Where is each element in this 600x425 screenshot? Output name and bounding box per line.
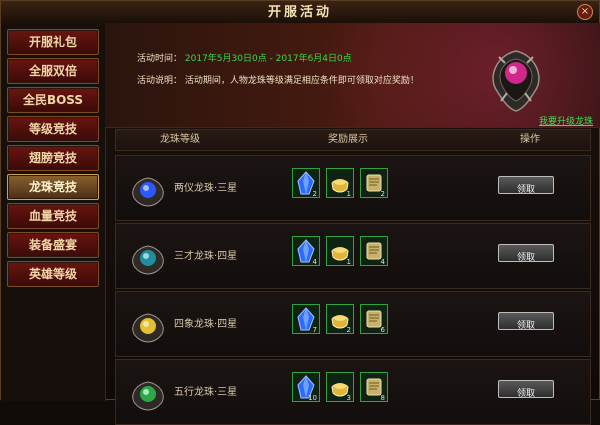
column-header-orb-level: 龙珠等级 [160, 134, 200, 145]
claim-button-label: 领取 [516, 253, 535, 263]
claim-button-label: 领取 [516, 185, 535, 195]
sidebar-item-label: 等级竞技 [28, 122, 77, 136]
dragon-orb-icon [128, 304, 168, 344]
reward-count: 10 [308, 394, 317, 402]
reward-count: 8 [380, 394, 385, 402]
activity-description-value: 活动期间，人物龙珠等级满足相应条件即可领取对应奖励！ [184, 76, 419, 86]
sidebar-item-label: 血量竞技 [28, 209, 77, 223]
reward-slot[interactable]: 10 [292, 372, 320, 402]
reward-slot[interactable]: 6 [360, 304, 388, 334]
sidebar-item-opening-gift[interactable]: 开服礼包 [7, 29, 99, 55]
activity-banner: 活动时间： 2017年5月30日0点 - 2017年6月4日0点 活动说明： 活… [105, 23, 600, 128]
content-area: 活动时间： 2017年5月30日0点 - 2017年6月4日0点 活动说明： 活… [105, 23, 600, 425]
reward-count: 1 [346, 258, 351, 266]
sidebar-item-label: 开服礼包 [28, 35, 77, 49]
close-icon: × [580, 6, 590, 17]
sidebar-item-label: 全服双倍 [28, 64, 77, 78]
claim-button[interactable]: 领取 [498, 312, 554, 331]
activity-description-label: 活动说明： [137, 76, 183, 86]
reward-slot[interactable]: 1 [326, 168, 354, 198]
reward-count: 3 [346, 394, 351, 402]
activity-time: 活动时间： 2017年5月30日0点 - 2017年6月4日0点 [137, 51, 352, 64]
reward-count: 4 [312, 258, 317, 266]
sidebar-item-hero-level[interactable]: 英雄等级 [7, 261, 99, 287]
dragon-orb-icon [128, 236, 168, 276]
orb-level-name: 三才龙珠·四星 [174, 251, 238, 262]
activity-time-value: 2017年5月30日0点 - 2017年6月4日0点 [184, 54, 352, 64]
reward-slot[interactable]: 1 [326, 236, 354, 266]
sidebar-item-label: 翅膀竞技 [28, 151, 77, 165]
reward-slot[interactable]: 8 [360, 372, 388, 402]
table-row: 三才龙珠·四星 4 1 4 领取 [115, 223, 591, 289]
reward-count: 7 [312, 326, 317, 334]
activity-window: 开服活动 × 开服礼包 全服双倍 全民BOSS 等级竞技 翅膀竞技 龙珠竞技 血… [0, 0, 600, 425]
sidebar-item-label: 龙珠竞技 [28, 180, 77, 194]
dragon-orb-icon [485, 37, 547, 115]
reward-slot[interactable]: 4 [360, 236, 388, 266]
reward-count: 2 [346, 326, 351, 334]
reward-table: 龙珠等级 奖励展示 操作 两仪龙珠·三星 2 1 2 领取 三才龙珠·四星 4 … [115, 129, 591, 425]
dragon-orb-icon [128, 372, 168, 412]
sidebar-item-world-boss[interactable]: 全民BOSS [7, 87, 99, 113]
reward-slot[interactable]: 2 [326, 304, 354, 334]
table-row: 四象龙珠·四星 7 2 6 领取 [115, 291, 591, 357]
table-row: 五行龙珠·三星 10 3 8 领取 [115, 359, 591, 425]
table-row: 两仪龙珠·三星 2 1 2 领取 [115, 155, 591, 221]
dragon-orb-icon [128, 168, 168, 208]
sidebar-item-level-race[interactable]: 等级竞技 [7, 116, 99, 142]
reward-slot[interactable]: 7 [292, 304, 320, 334]
activity-time-label: 活动时间： [137, 54, 183, 64]
reward-count: 2 [380, 190, 385, 198]
sidebar-item-hp-race[interactable]: 血量竞技 [7, 203, 99, 229]
column-header-action: 操作 [520, 134, 540, 145]
reward-slot[interactable]: 3 [326, 372, 354, 402]
sidebar-item-label: 英雄等级 [28, 267, 77, 281]
claim-button-label: 领取 [516, 389, 535, 399]
claim-button-label: 领取 [516, 321, 535, 331]
reward-count: 2 [312, 190, 317, 198]
upgrade-dragon-orb-link[interactable]: 我要升级龙珠 [539, 114, 593, 127]
title-bar: 开服活动 × [1, 1, 599, 24]
claim-button[interactable]: 领取 [498, 380, 554, 399]
reward-count: 4 [380, 258, 385, 266]
reward-count: 1 [346, 190, 351, 198]
window-title: 开服活动 [267, 5, 332, 20]
reward-slot[interactable]: 2 [292, 168, 320, 198]
sidebar-item-label: 装备盛宴 [28, 238, 77, 252]
sidebar: 开服礼包 全服双倍 全民BOSS 等级竞技 翅膀竞技 龙珠竞技 血量竞技 装备盛… [1, 23, 106, 401]
sidebar-item-label: 全民BOSS [22, 93, 84, 107]
sidebar-item-server-double[interactable]: 全服双倍 [7, 58, 99, 84]
reward-slot[interactable]: 2 [360, 168, 388, 198]
activity-description: 活动说明： 活动期间，人物龙珠等级满足相应条件即可领取对应奖励！ [137, 73, 419, 86]
orb-level-name: 五行龙珠·三星 [174, 387, 238, 398]
reward-count: 6 [380, 326, 385, 334]
sidebar-item-equipment-feast[interactable]: 装备盛宴 [7, 232, 99, 258]
claim-button[interactable]: 领取 [498, 244, 554, 263]
table-header: 龙珠等级 奖励展示 操作 [115, 129, 591, 151]
orb-level-name: 四象龙珠·四星 [174, 319, 238, 330]
sidebar-item-dragon-orb-race[interactable]: 龙珠竞技 [7, 174, 99, 200]
orb-level-name: 两仪龙珠·三星 [174, 183, 238, 194]
close-button[interactable]: × [577, 4, 593, 20]
claim-button[interactable]: 领取 [498, 176, 554, 195]
column-header-rewards: 奖励展示 [328, 134, 368, 145]
sidebar-item-wing-race[interactable]: 翅膀竞技 [7, 145, 99, 171]
reward-slot[interactable]: 4 [292, 236, 320, 266]
